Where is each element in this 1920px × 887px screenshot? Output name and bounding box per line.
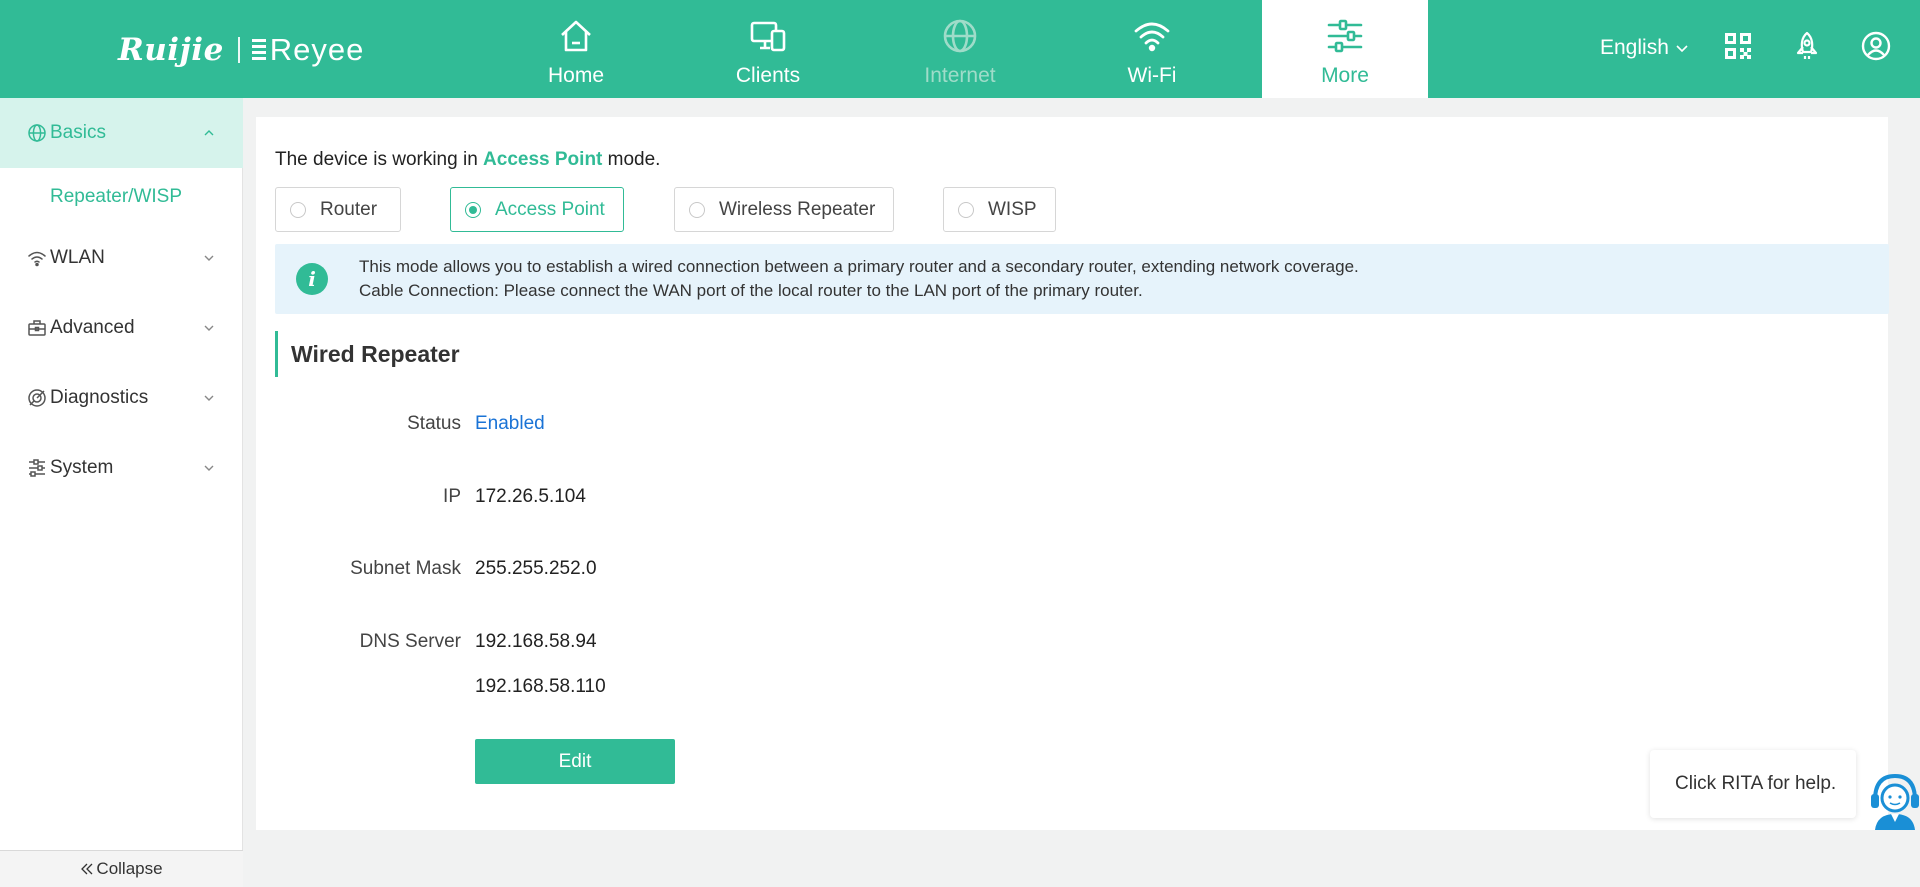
mode-option-router[interactable]: Router: [275, 187, 401, 232]
mode-option-wireless-repeater[interactable]: Wireless Repeater: [674, 187, 894, 232]
sliders-icon: [1327, 19, 1363, 53]
info-text-line2: Cable Connection: Please connect the WAN…: [359, 281, 1143, 300]
qr-code-icon[interactable]: [1722, 30, 1754, 62]
sidebar-item-label: Diagnostics: [50, 387, 149, 408]
sidebar-item-diagnostics[interactable]: Diagnostics: [0, 363, 243, 433]
globe-icon: [28, 124, 46, 142]
sidebar-subitem-repeater-wisp[interactable]: Repeater/WISP: [50, 186, 182, 208]
logo-primary: Ruijie: [118, 32, 224, 68]
edit-button[interactable]: Edit: [475, 739, 675, 784]
mode-option-wisp[interactable]: WISP: [943, 187, 1056, 232]
radio-button[interactable]: [290, 201, 306, 218]
wifi-icon: [28, 251, 46, 267]
double-chevron-left-icon: [81, 863, 93, 875]
subnet-mask-label: Subnet Mask: [350, 558, 461, 579]
chevron-down-icon: [204, 395, 214, 401]
language-selector[interactable]: English: [1600, 36, 1689, 60]
current-mode: Access Point: [483, 149, 603, 170]
nav-home-label: Home: [547, 64, 605, 87]
collapse-button[interactable]: Collapse: [0, 850, 243, 887]
info-icon: i: [296, 263, 328, 295]
nav-clients[interactable]: Clients: [712, 0, 824, 98]
mode-prefix: The device is working in: [275, 149, 478, 170]
nav-more-label: More: [1321, 64, 1369, 87]
info-banner: i This mode allows you to establish a wi…: [275, 244, 1889, 314]
chevron-down-icon: [204, 465, 214, 471]
info-text-line1: This mode allows you to establish a wire…: [359, 257, 1359, 276]
radio-button[interactable]: [958, 201, 974, 218]
subnet-mask-value: 255.255.252.0: [475, 558, 597, 579]
section-title: Wired Repeater: [275, 331, 460, 377]
chevron-down-icon: [204, 325, 214, 331]
diagnostics-icon: [28, 389, 46, 407]
collapse-label: Collapse: [96, 859, 163, 878]
mode-option-label: Access Point: [495, 198, 605, 220]
globe-icon: [943, 19, 977, 53]
mode-suffix: mode.: [607, 149, 661, 170]
sidebar-item-label: Advanced: [50, 317, 135, 338]
nav-wifi[interactable]: Wi-Fi: [1096, 0, 1208, 98]
sidebar-item-basics[interactable]: Basics: [0, 98, 243, 168]
working-mode-text: The device is working in Access Point mo…: [275, 149, 660, 171]
nav-clients-label: Clients: [735, 64, 801, 87]
nav-more[interactable]: More: [1262, 0, 1428, 98]
sidebar-item-system[interactable]: System: [0, 433, 243, 503]
rocket-icon[interactable]: [1791, 30, 1823, 62]
dns-server-label: DNS Server: [359, 631, 461, 652]
status-label: Status: [407, 413, 461, 434]
mode-option-access-point[interactable]: Access Point: [450, 187, 624, 232]
logo-separator: [237, 37, 240, 63]
sidebar-item-label: Basics: [50, 122, 106, 143]
ip-value: 172.26.5.104: [475, 486, 586, 507]
dns-secondary-value: 192.168.58.110: [475, 676, 606, 697]
nav-home[interactable]: Home: [520, 0, 632, 98]
help-tooltip: Click RITA for help.: [1650, 750, 1856, 818]
wifi-icon: [1134, 22, 1170, 52]
nav-internet[interactable]: Internet: [904, 0, 1016, 98]
language-label: English: [1600, 36, 1669, 59]
logo-secondary: Reyee: [269, 32, 365, 67]
status-value: Enabled: [475, 413, 545, 434]
mode-option-label: Router: [320, 198, 378, 220]
brand-logo: Ruijie Reyee: [118, 30, 364, 70]
settings-sliders-icon: [29, 459, 45, 477]
dns-primary-value: 192.168.58.94: [475, 631, 597, 652]
sidebar: Basics Repeater/WISP WLAN Advanced Diagn…: [0, 98, 243, 887]
nav-wifi-label: Wi-Fi: [1127, 64, 1177, 87]
nav-internet-label: Internet: [924, 64, 996, 87]
main-content-card: The device is working in Access Point mo…: [256, 117, 1889, 830]
top-navigation-bar: Ruijie Reyee Home Clients Internet Wi-Fi: [0, 0, 1920, 98]
chevron-down-icon: [204, 255, 214, 261]
user-icon[interactable]: [1860, 30, 1892, 62]
sidebar-item-label: System: [50, 457, 114, 478]
sidebar-item-label: WLAN: [50, 247, 105, 268]
chevron-up-icon: [204, 130, 214, 136]
logo-bars-icon: [251, 39, 266, 61]
radio-button[interactable]: [465, 201, 481, 218]
devices-icon: [750, 21, 786, 52]
radio-button[interactable]: [689, 201, 705, 218]
sidebar-item-advanced[interactable]: Advanced: [0, 293, 243, 363]
help-text: Click RITA for help.: [1675, 773, 1837, 794]
ip-label: IP: [443, 486, 461, 507]
logo-secondary-wrap: Reyee: [251, 32, 365, 68]
toolbox-icon: [28, 320, 46, 336]
sidebar-item-wlan[interactable]: WLAN: [0, 223, 243, 293]
mode-option-label: WISP: [988, 198, 1037, 220]
rita-assistant-icon[interactable]: [1869, 770, 1920, 830]
chevron-down-icon: [1676, 45, 1688, 53]
mode-option-label: Wireless Repeater: [719, 198, 876, 220]
home-icon: [561, 20, 591, 52]
